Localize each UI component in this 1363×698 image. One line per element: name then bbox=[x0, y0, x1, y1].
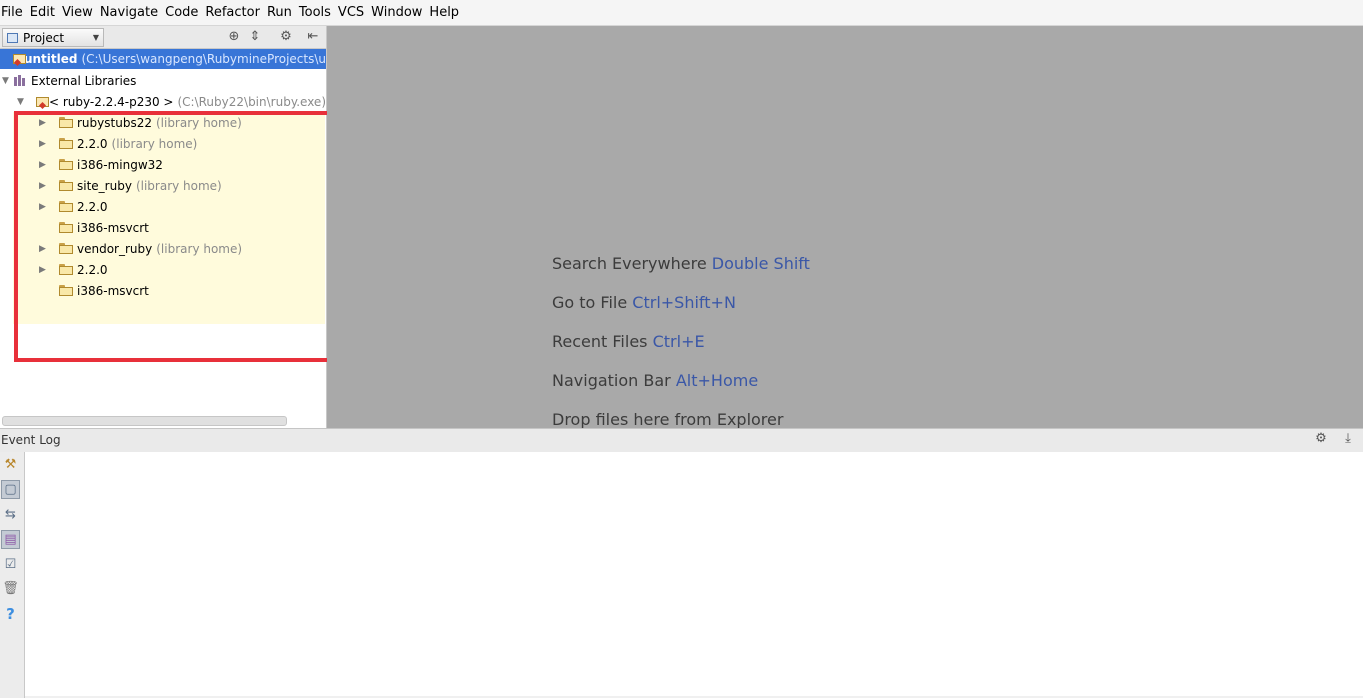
event-log-content bbox=[25, 452, 1363, 696]
tip-drop-files: Drop files here from Explorer bbox=[552, 410, 783, 428]
tip-text: Go to File bbox=[552, 293, 628, 312]
tip-text: Search Everywhere bbox=[552, 254, 707, 273]
event-log-toolbar: ⚒ ▢ ⇆ ▤ ☑ 🗑 ? bbox=[0, 452, 25, 698]
tree-item-hint: (C:\Users\wangpeng\RubymineProjects\u bbox=[81, 52, 326, 66]
sdk-folder-icon bbox=[35, 96, 50, 108]
menu-refactor[interactable]: Refactor bbox=[202, 0, 264, 25]
hide-panel-icon[interactable]: ⇤ bbox=[305, 29, 321, 45]
editor-area: Search Everywhere Double Shift Go to Fil… bbox=[327, 26, 1363, 428]
soft-wrap-icon[interactable]: ▢ bbox=[1, 480, 20, 499]
tree-item-untitled[interactable]: untitled (C:\Users\wangpeng\RubymineProj… bbox=[0, 49, 326, 69]
project-icon bbox=[7, 32, 18, 43]
collapse-arrow-icon[interactable]: ▼ bbox=[17, 97, 24, 107]
project-toolbar: Project ▼ ⊕ ⇕ ⚙ ⇤ bbox=[0, 26, 326, 49]
menu-tools[interactable]: Tools bbox=[296, 0, 335, 25]
menu-bar: File Edit View Navigate Code Refactor Ru… bbox=[0, 0, 1363, 26]
tree-item-ruby-sdk[interactable]: ▼ < ruby-2.2.4-p230 > (C:\Ruby22\bin\rub… bbox=[0, 91, 326, 112]
project-view-label: Project bbox=[23, 30, 65, 45]
collapse-all-icon[interactable]: ⇕ bbox=[247, 29, 263, 45]
checkbox-icon[interactable]: ☑ bbox=[1, 555, 20, 574]
menu-vcs[interactable]: VCS bbox=[335, 0, 368, 25]
menu-window[interactable]: Window bbox=[368, 0, 426, 25]
tip-text: Drop files here from Explorer bbox=[552, 410, 784, 428]
scroll-from-source-icon[interactable]: ⊕ bbox=[226, 29, 242, 45]
annotation-red-box bbox=[14, 111, 332, 362]
tip-shortcut: Ctrl+E bbox=[652, 332, 705, 351]
gear-icon[interactable]: ⚙ bbox=[1313, 431, 1329, 447]
tip-shortcut: Alt+Home bbox=[675, 371, 759, 390]
mark-read-icon[interactable]: ▤ bbox=[1, 530, 20, 549]
menu-code[interactable]: Code bbox=[162, 0, 202, 25]
tip-text: Navigation Bar bbox=[552, 371, 671, 390]
scroll-to-end-icon[interactable]: ⇆ bbox=[1, 505, 20, 524]
tree-item-hint: (C:\Ruby22\bin\ruby.exe) bbox=[177, 94, 326, 109]
menu-edit[interactable]: Edit bbox=[27, 0, 59, 25]
settings-wrench-icon[interactable]: ⚒ bbox=[1, 455, 20, 474]
project-view-select[interactable]: Project ▼ bbox=[2, 28, 104, 47]
library-icon bbox=[14, 75, 27, 86]
menu-run[interactable]: Run bbox=[264, 0, 296, 25]
tree-item-label: External Libraries bbox=[31, 73, 137, 88]
tip-navigation-bar: Navigation Bar Alt+Home bbox=[552, 371, 758, 390]
menu-file[interactable]: File bbox=[0, 0, 27, 25]
gear-icon[interactable]: ⚙ bbox=[278, 29, 294, 45]
hide-panel-icon[interactable]: ⤓ bbox=[1340, 431, 1356, 447]
help-icon[interactable]: ? bbox=[1, 604, 20, 623]
menu-navigate[interactable]: Navigate bbox=[97, 0, 162, 25]
tree-item-label: < ruby-2.2.4-p230 > bbox=[48, 94, 174, 109]
tree-item-label: untitled bbox=[23, 52, 78, 66]
tip-recent-files: Recent Files Ctrl+E bbox=[552, 332, 705, 351]
tip-go-to-file: Go to File Ctrl+Shift+N bbox=[552, 293, 736, 312]
chevron-down-icon: ▼ bbox=[92, 33, 99, 42]
menu-help[interactable]: Help bbox=[426, 0, 463, 25]
event-log-header: Event Log ⚙ ⤓ bbox=[0, 428, 1363, 453]
tip-shortcut: Ctrl+Shift+N bbox=[632, 293, 736, 312]
event-log-title: Event Log bbox=[1, 433, 61, 447]
horizontal-scrollbar[interactable] bbox=[2, 416, 287, 426]
tip-search-everywhere: Search Everywhere Double Shift bbox=[552, 254, 810, 273]
trash-icon[interactable]: 🗑 bbox=[1, 579, 20, 598]
menu-view[interactable]: View bbox=[59, 0, 97, 25]
tip-text: Recent Files bbox=[552, 332, 648, 351]
tree-item-external-libraries[interactable]: ▼ External Libraries bbox=[0, 70, 326, 91]
collapse-arrow-icon[interactable]: ▼ bbox=[1, 76, 10, 86]
module-folder-icon bbox=[13, 53, 26, 65]
project-panel: Project ▼ ⊕ ⇕ ⚙ ⇤ untitled (C:\Users\wan… bbox=[0, 26, 332, 428]
tip-shortcut: Double Shift bbox=[711, 254, 810, 273]
